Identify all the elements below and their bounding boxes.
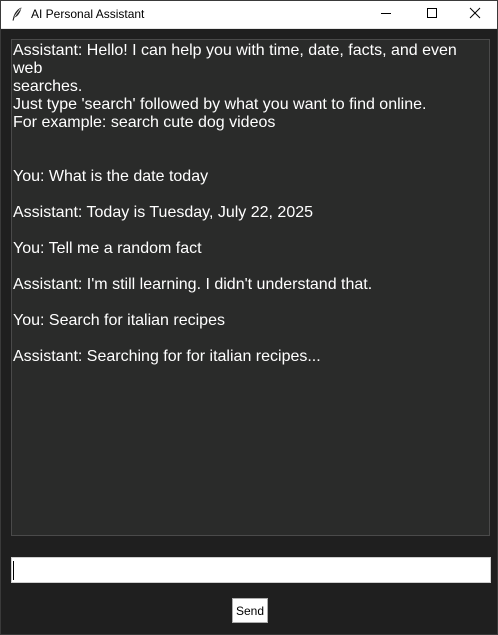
chat-line: You: Tell me a random fact [13,240,202,257]
minimize-icon [380,6,392,24]
maximize-button[interactable] [409,1,455,28]
chat-line [13,186,485,204]
maximize-icon [426,6,438,24]
chat-line: Assistant: I'm still learning. I didn't … [13,276,373,293]
chat-line: For example: search cute dog videos [13,114,276,131]
close-icon [469,6,481,24]
chat-line [13,330,485,348]
chat-line [13,150,485,168]
window-title: AI Personal Assistant [31,7,145,21]
feather-icon [9,6,25,22]
chat-line: Assistant: Hello! I can help you with ti… [13,42,462,77]
minimize-button[interactable] [363,1,409,28]
chat-line: Assistant: Searching for for italian rec… [13,348,321,365]
app-window: AI Personal Assistant Assistant: Hello! … [0,0,498,635]
chat-line: Just type 'search' followed by what you … [13,96,427,113]
chat-line: searches. [13,78,83,95]
chat-line: You: What is the date today [13,168,209,185]
close-button[interactable] [452,1,498,28]
text-caret [13,561,14,580]
message-input[interactable] [11,557,491,583]
chat-line: You: Search for italian recipes [13,312,225,329]
chat-line [13,132,485,150]
chat-line [13,294,485,312]
chat-line: Assistant: Today is Tuesday, July 22, 20… [13,204,314,221]
send-button[interactable]: Send [232,598,268,623]
chat-line [13,258,485,276]
title-bar[interactable]: AI Personal Assistant [1,1,497,29]
chat-history[interactable]: Assistant: Hello! I can help you with ti… [11,39,490,536]
chat-line [13,222,485,240]
